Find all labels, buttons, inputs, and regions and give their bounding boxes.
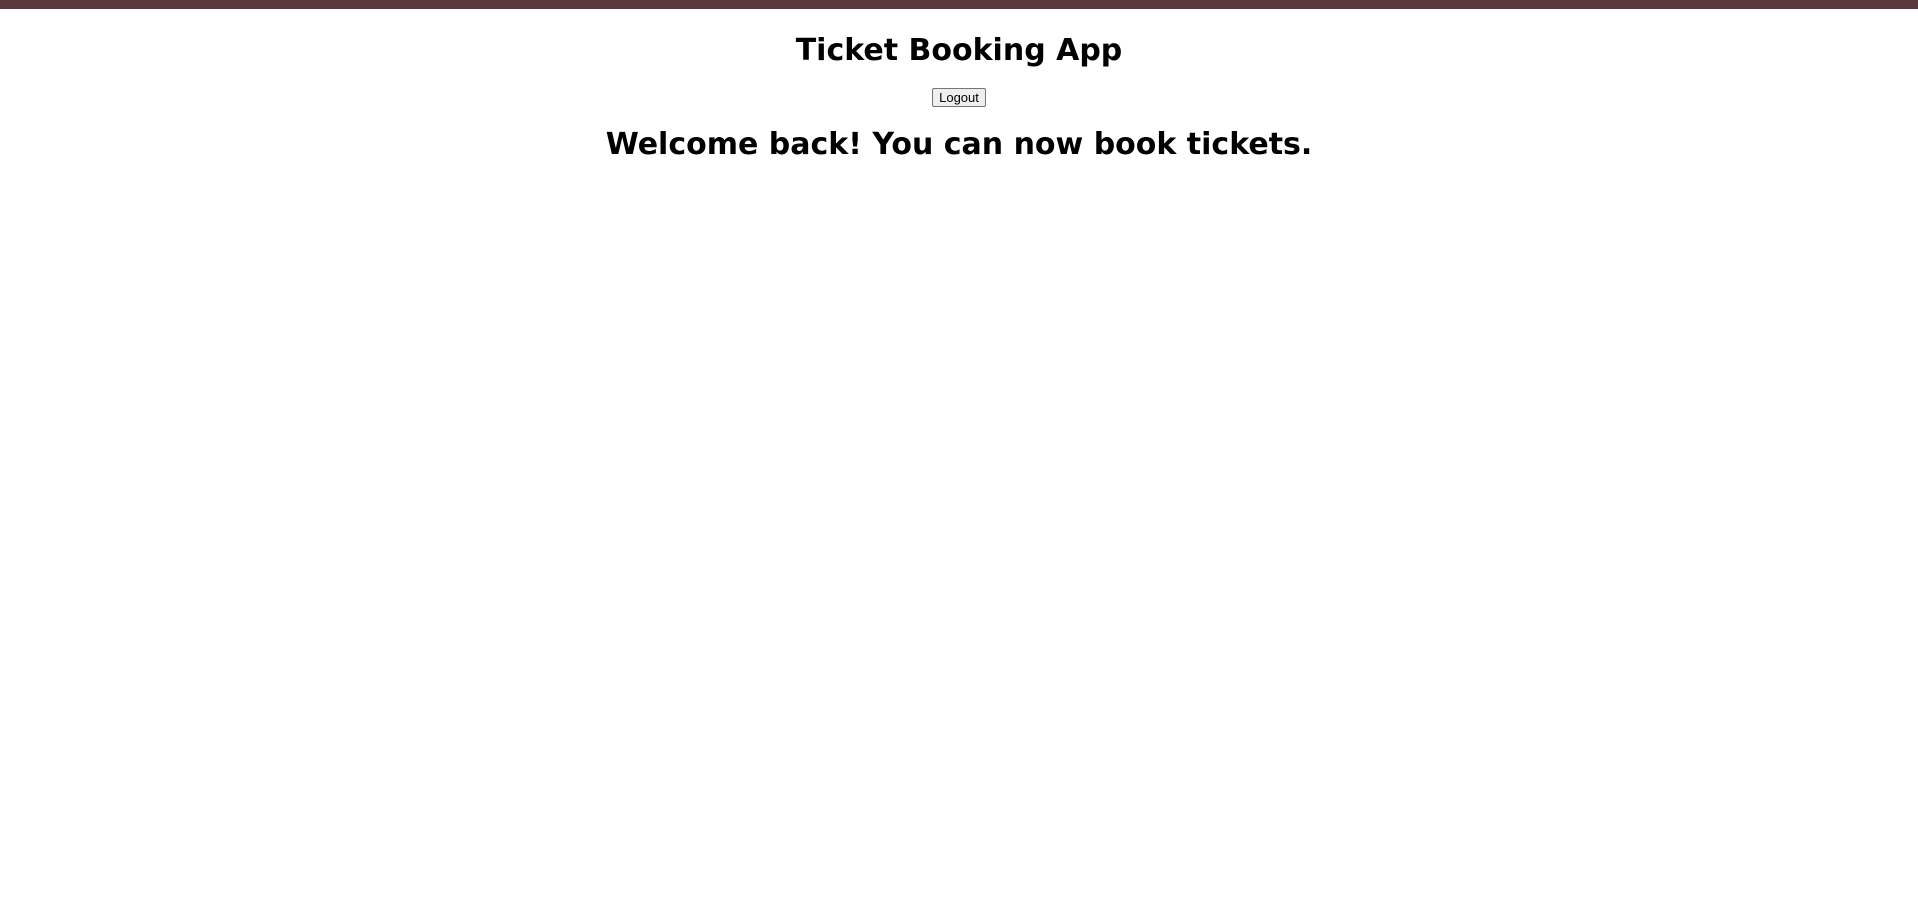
app-title: Ticket Booking App	[795, 33, 1123, 68]
browser-top-bar	[0, 0, 1918, 9]
welcome-message: Welcome back! You can now book tickets.	[605, 127, 1313, 162]
logout-button[interactable]: Logout	[932, 88, 986, 107]
logout-container: Logout	[0, 87, 1918, 109]
app-container: Ticket Booking App Logout Welcome back! …	[0, 9, 1918, 163]
